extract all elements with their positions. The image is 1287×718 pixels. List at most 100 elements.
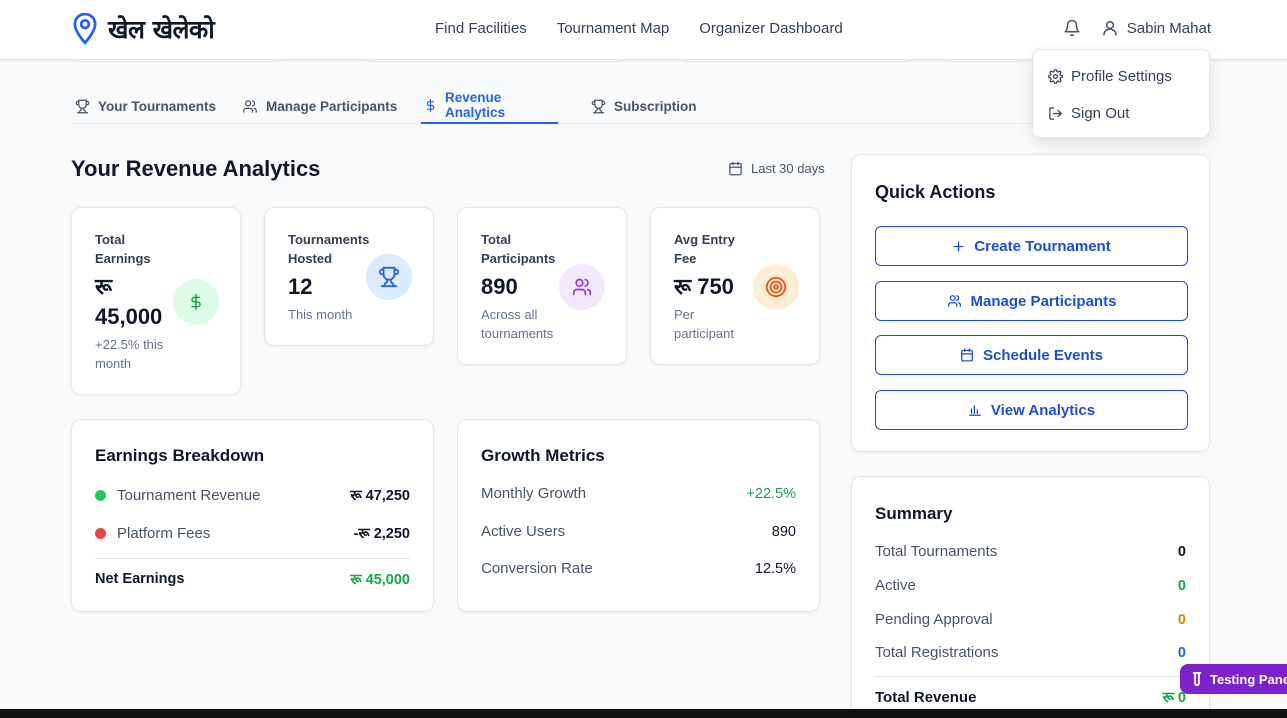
test-tube-icon: [1192, 671, 1202, 687]
stat-label: Total Participants: [481, 230, 555, 268]
page-title: Your Revenue Analytics: [71, 156, 321, 181]
users-icon: [559, 264, 605, 310]
user-menu-button[interactable]: Sabin Mahat: [1101, 19, 1211, 37]
divider: [875, 676, 1186, 677]
tab-subscription[interactable]: Subscription: [591, 88, 697, 124]
stat-label-line: Participants: [481, 251, 556, 266]
stat-subtext-line: month: [95, 356, 132, 371]
stat-card-tournaments-hosted: Tournaments Hosted 12 This month: [264, 207, 434, 346]
row-label: Tournament Revenue: [117, 486, 261, 504]
trophy-icon: [591, 99, 606, 114]
breakdown-row: Tournament Revenue रू 47,250: [95, 485, 410, 505]
menu-item-sign-out[interactable]: Sign Out: [1033, 95, 1209, 132]
row-value: 890: [771, 523, 796, 540]
tab-revenue-analytics[interactable]: Revenue Analytics: [421, 88, 558, 124]
stat-label: Total Earnings: [95, 230, 151, 268]
taskbar-strip: [0, 709, 1287, 718]
stat-label-line: Total: [95, 232, 126, 247]
nav-tournament-map[interactable]: Tournament Map: [557, 20, 670, 37]
total-revenue-row: Total Revenue रू 0: [875, 687, 1186, 707]
panel-title: Earnings Breakdown: [95, 446, 265, 465]
row-label: Total Registrations: [875, 644, 999, 661]
row-value: 0: [1177, 543, 1186, 560]
stat-subtext-line: +22.5% this: [95, 337, 164, 352]
map-pin-icon: [72, 13, 98, 45]
stat-subtext-line: participant: [674, 326, 734, 341]
create-tournament-button[interactable]: Create Tournament: [875, 226, 1188, 266]
stat-value: रू 750: [674, 274, 734, 299]
row-label: Conversion Rate: [481, 560, 593, 577]
stat-value: 12: [288, 274, 313, 299]
summary-row: Total Tournaments 0: [875, 543, 1186, 560]
stat-amount: 45,000: [95, 304, 163, 329]
bell-icon[interactable]: [1063, 18, 1081, 38]
row-value: 0: [1177, 577, 1186, 594]
trophy-icon: [75, 99, 90, 114]
stat-label-line: Total: [481, 232, 512, 247]
tab-label: Revenue Analytics: [445, 90, 506, 120]
view-analytics-button[interactable]: View Analytics: [875, 390, 1188, 430]
row-value: रू 47,250: [350, 488, 410, 504]
metric-row: Monthly Growth +22.5%: [481, 485, 796, 502]
testing-panel-button[interactable]: Testing Panel: [1180, 664, 1287, 694]
brand-name: खेल खेलेको: [108, 15, 215, 44]
nav-organizer-dashboard[interactable]: Organizer Dashboard: [699, 20, 842, 37]
dollar-icon: [173, 279, 219, 325]
nav-find-facilities[interactable]: Find Facilities: [435, 20, 527, 37]
users-icon: [242, 99, 258, 114]
stat-label-line: Hosted: [288, 251, 333, 266]
row-label: Total Revenue: [875, 688, 977, 706]
stat-subtext-line: Across all: [481, 307, 538, 322]
status-dot: [95, 490, 106, 502]
net-earnings-row: Net Earnings रू 45,000: [95, 569, 410, 589]
menu-item-profile-settings[interactable]: Profile Settings: [1033, 58, 1209, 95]
row-value: -रू 2,250: [353, 526, 410, 542]
schedule-events-button[interactable]: Schedule Events: [875, 335, 1188, 375]
row-label: Platform Fees: [117, 524, 211, 542]
gear-icon: [1048, 69, 1063, 84]
button-label: Create Tournament: [974, 237, 1111, 255]
row-label: Monthly Growth: [481, 485, 587, 502]
summary-row: Pending Approval 0: [875, 611, 1186, 628]
calendar-icon: [728, 161, 743, 176]
row-value: 0: [1177, 644, 1186, 661]
row-label: Active: [875, 577, 916, 594]
stat-value: रू 45,000: [95, 272, 162, 332]
stat-subtext: Across all tournaments: [481, 305, 553, 343]
user-dropdown-menu: Profile Settings Sign Out: [1032, 49, 1210, 138]
manage-participants-button[interactable]: Manage Participants: [875, 281, 1188, 321]
stat-subtext: Per participant: [674, 305, 734, 343]
stat-label: Tournaments Hosted: [288, 230, 369, 268]
menu-item-label: Profile Settings: [1071, 68, 1172, 85]
stat-subtext: This month: [288, 307, 353, 322]
stat-subtext: +22.5% this month: [95, 335, 163, 373]
metric-row: Conversion Rate 12.5%: [481, 560, 796, 577]
row-value: रू 45,000: [350, 572, 410, 588]
dashboard-tabs: Your Tournaments Manage Participants Rev…: [72, 88, 1072, 124]
stat-label: Avg Entry Fee: [674, 230, 735, 268]
users-icon: [947, 294, 962, 308]
calendar-icon: [960, 348, 974, 362]
tab-manage-participants[interactable]: Manage Participants: [242, 88, 397, 124]
date-range-filter[interactable]: Last 30 days: [728, 161, 825, 176]
row-label: Active Users: [481, 523, 566, 540]
main-nav: Find Facilities Tournament Map Organizer…: [435, 20, 843, 37]
row-label: Total Tournaments: [875, 543, 998, 560]
status-dot: [95, 528, 106, 540]
growth-metrics-panel: Growth Metrics Monthly Growth +22.5% Act…: [457, 419, 820, 612]
panel-title: Growth Metrics: [481, 446, 605, 465]
currency-symbol: रू: [95, 274, 113, 299]
summary-row: Active 0: [875, 577, 1186, 594]
dollar-icon: [424, 98, 437, 113]
stat-label-line: Tournaments: [288, 232, 370, 247]
tab-your-tournaments[interactable]: Your Tournaments: [75, 88, 216, 124]
tab-label: Subscription: [614, 98, 697, 114]
header-actions: Sabin Mahat: [1063, 18, 1211, 38]
stat-subtext-line: Per: [674, 307, 695, 322]
brand-logo[interactable]: खेल खेलेको: [72, 12, 215, 46]
bar-chart-icon: [968, 403, 982, 417]
stat-label-line: Avg Entry: [674, 232, 735, 247]
button-label: Manage Participants: [970, 292, 1117, 310]
button-label: Schedule Events: [982, 346, 1104, 364]
stat-label-line: Earnings: [95, 251, 151, 266]
